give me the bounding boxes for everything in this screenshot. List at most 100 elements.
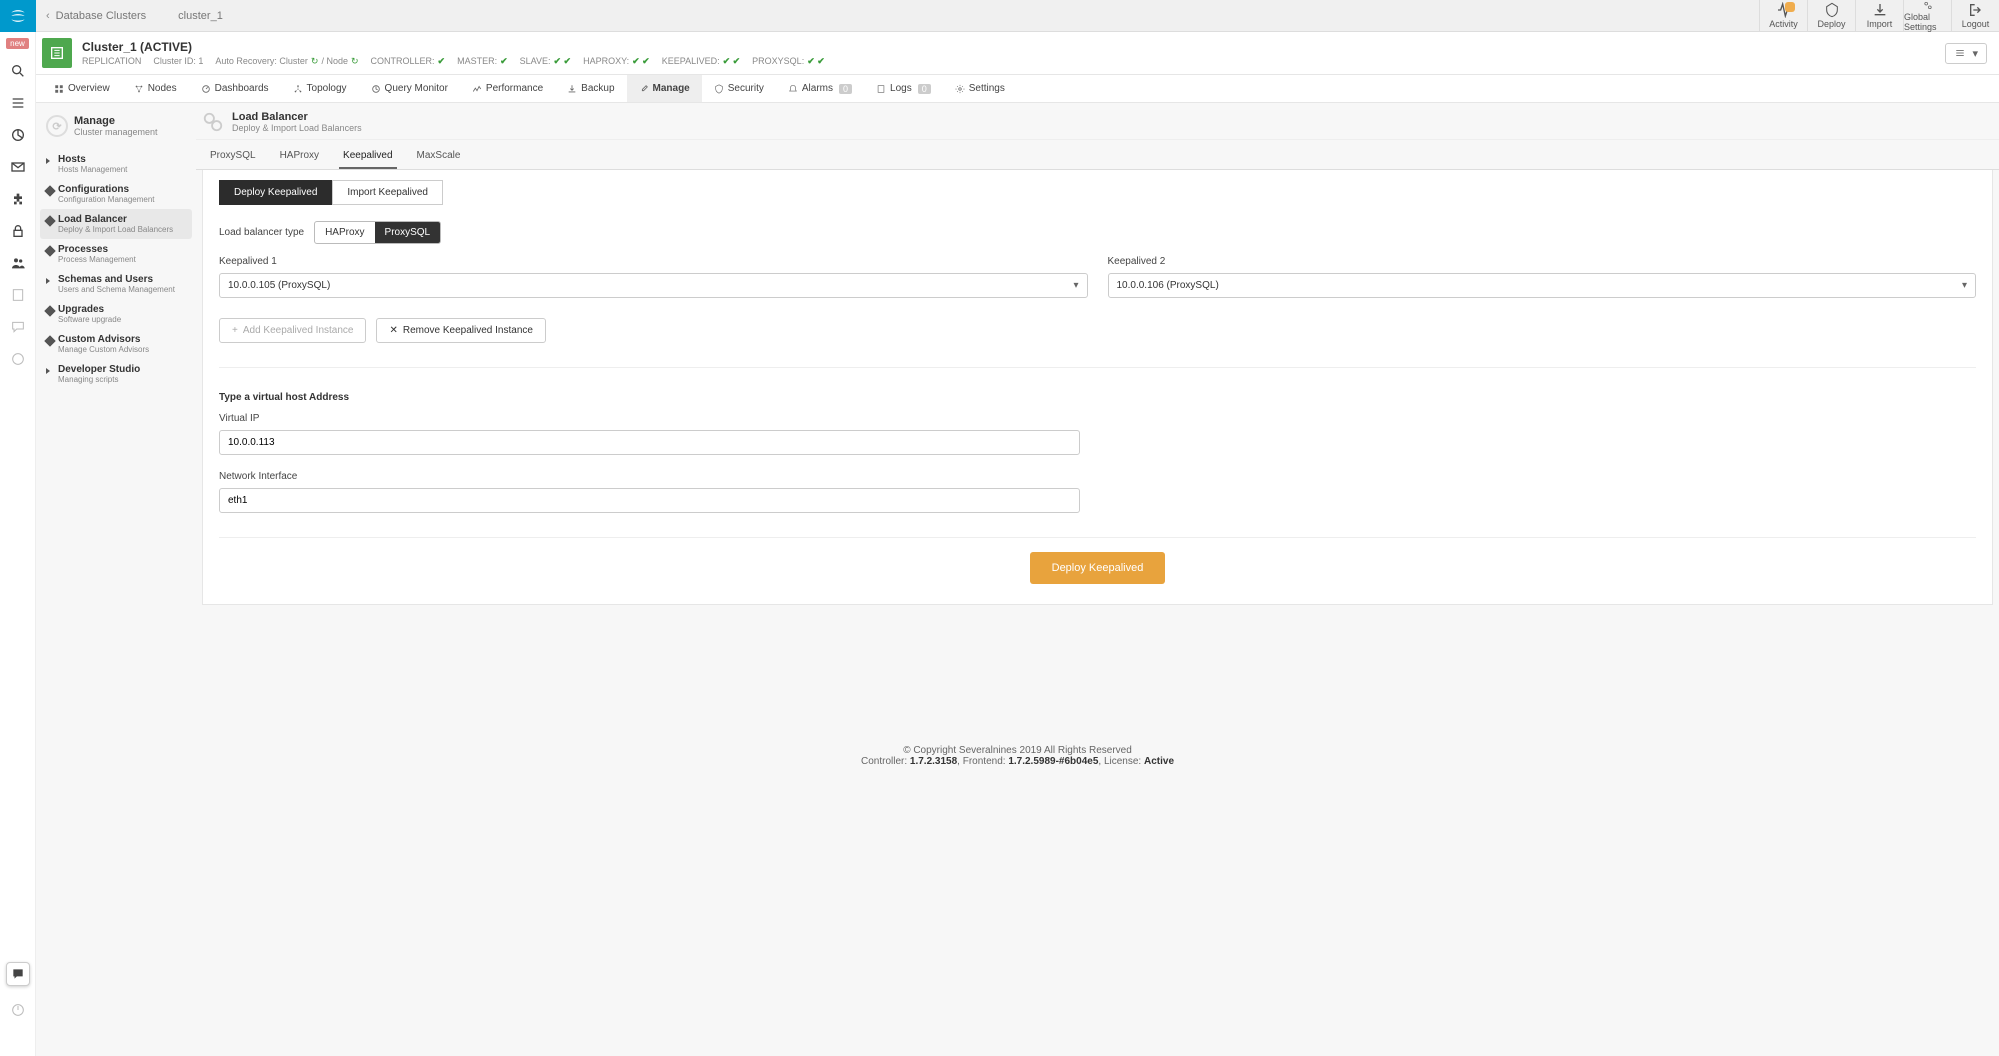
keepalived1-select[interactable]: 10.0.0.105 (ProxySQL) ▾ — [219, 273, 1088, 298]
chat-bubble-button[interactable] — [6, 962, 30, 986]
top-actions: Activity Deploy Import Global Settings L… — [1759, 0, 1999, 32]
keepalived1-label: Keepalived 1 — [219, 256, 1088, 267]
caret-down-icon: ▾ — [1073, 280, 1078, 291]
comment-icon[interactable] — [10, 319, 26, 335]
content-area: Cluster_1 (ACTIVE) REPLICATION Cluster I… — [36, 32, 1999, 1056]
manage-icon: ⟳ — [46, 115, 68, 137]
mail-icon[interactable] — [10, 159, 26, 175]
tab-backup[interactable]: Backup — [555, 75, 626, 102]
tab-logs[interactable]: Logs0 — [864, 75, 943, 102]
keepalived2-select[interactable]: 10.0.0.106 (ProxySQL) ▾ — [1108, 273, 1977, 298]
status-slave: SLAVE: ✔ ✔ — [520, 56, 571, 67]
status-keepalived: KEEPALIVED: ✔ ✔ — [662, 56, 740, 67]
tab-topology[interactable]: Topology — [281, 75, 359, 102]
sidebar-item-configurations[interactable]: ConfigurationsConfiguration Management — [40, 179, 192, 209]
tab-dashboards[interactable]: Dashboards — [189, 75, 281, 102]
footer-copy: © Copyright Severalnines 2019 All Rights… — [36, 745, 1999, 756]
iface-input[interactable] — [219, 488, 1080, 513]
vip-input[interactable] — [219, 430, 1080, 455]
tab-query-monitor[interactable]: Query Monitor — [359, 75, 460, 102]
import-button[interactable]: Import — [1855, 0, 1903, 32]
cluster-title: Cluster_1 (ACTIVE) REPLICATION Cluster I… — [82, 40, 825, 67]
cluster-status-icon — [42, 38, 72, 68]
cluster-id: Cluster ID: 1 — [153, 56, 203, 66]
sidebar-item-custom-advisors[interactable]: Custom AdvisorsManage Custom Advisors — [40, 329, 192, 359]
cluster-name: Cluster_1 (ACTIVE) — [82, 40, 825, 54]
keepalived2-label: Keepalived 2 — [1108, 256, 1977, 267]
sidebar-item-processes[interactable]: ProcessesProcess Management — [40, 239, 192, 269]
top-header: ‹ Database Clusters cluster_1 Activity D… — [0, 0, 1999, 32]
status-haproxy: HAPROXY: ✔ ✔ — [583, 56, 650, 67]
activity-button[interactable]: Activity — [1759, 0, 1807, 32]
icon-sidebar: new — [0, 32, 36, 1056]
lb-type-haproxy[interactable]: HAProxy — [315, 222, 374, 243]
form-tab-maxscale[interactable]: MaxScale — [413, 146, 465, 169]
plus-icon: + — [232, 325, 238, 336]
status-master: MASTER: ✔ — [457, 56, 508, 67]
form-tab-haproxy[interactable]: HAProxy — [276, 146, 323, 169]
close-icon: ✕ — [389, 325, 397, 336]
new-badge: new — [6, 38, 29, 49]
form-header: Load Balancer Deploy & Import Load Balan… — [196, 103, 1999, 140]
auto-recovery: Auto Recovery: Cluster ↻ / Node ↻ — [215, 56, 358, 67]
tab-alarms[interactable]: Alarms0 — [776, 75, 864, 102]
tab-performance[interactable]: Performance — [460, 75, 555, 102]
lock-icon[interactable] — [10, 223, 26, 239]
vip-label: Virtual IP — [219, 413, 1080, 424]
lb-type-label: Load balancer type — [219, 227, 304, 238]
form-content: Deploy Keepalived Import Keepalived Load… — [202, 170, 1993, 605]
iface-label: Network Interface — [219, 471, 1080, 482]
users-icon[interactable] — [10, 255, 26, 271]
form-tab-proxysql[interactable]: ProxySQL — [206, 146, 260, 169]
help-icon[interactable] — [10, 351, 26, 367]
form-tab-keepalived[interactable]: Keepalived — [339, 146, 396, 169]
footer: © Copyright Severalnines 2019 All Rights… — [36, 625, 1999, 787]
cluster-type: REPLICATION — [82, 56, 141, 66]
add-keepalived-button[interactable]: +Add Keepalived Instance — [219, 318, 366, 343]
sidebar-item-schemas[interactable]: Schemas and UsersUsers and Schema Manage… — [40, 269, 192, 299]
tabs-bar: Overview Nodes Dashboards Topology Query… — [36, 75, 1999, 103]
side-menu: ⟳ Manage Cluster management HostsHosts M… — [36, 103, 196, 625]
plugin-icon[interactable] — [10, 191, 26, 207]
tab-overview[interactable]: Overview — [42, 75, 122, 102]
deploy-tabs: Deploy Keepalived Import Keepalived — [219, 180, 1976, 205]
chevron-left-icon[interactable]: ‹ — [46, 10, 50, 22]
tab-manage[interactable]: Manage — [627, 75, 702, 102]
deploy-button[interactable]: Deploy — [1807, 0, 1855, 32]
chart-icon[interactable] — [10, 127, 26, 143]
logout-button[interactable]: Logout — [1951, 0, 1999, 32]
breadcrumb: ‹ Database Clusters cluster_1 — [36, 10, 233, 22]
notification-badge — [1785, 2, 1795, 12]
tab-settings[interactable]: Settings — [943, 75, 1017, 102]
global-settings-button[interactable]: Global Settings — [1903, 0, 1951, 32]
remove-keepalived-button[interactable]: ✕Remove Keepalived Instance — [376, 318, 545, 343]
breadcrumb-parent[interactable]: Database Clusters — [56, 10, 147, 22]
deploy-keepalived-button[interactable]: Deploy Keepalived — [1030, 552, 1166, 584]
breadcrumb-current: cluster_1 — [178, 10, 223, 22]
gear-icon — [202, 111, 224, 133]
list-icon[interactable] — [10, 95, 26, 111]
form-area: Load Balancer Deploy & Import Load Balan… — [196, 103, 1999, 625]
sidebar-item-developer-studio[interactable]: Developer StudioManaging scripts — [40, 359, 192, 389]
search-icon[interactable] — [10, 63, 26, 79]
caret-down-icon: ▾ — [1962, 280, 1967, 291]
side-menu-header: ⟳ Manage Cluster management — [40, 111, 192, 149]
sidebar-item-load-balancer[interactable]: Load BalancerDeploy & Import Load Balanc… — [40, 209, 192, 239]
form-tabs: ProxySQL HAProxy Keepalived MaxScale — [196, 140, 1999, 170]
form-subtitle: Deploy & Import Load Balancers — [232, 123, 362, 133]
sidebar-item-upgrades[interactable]: UpgradesSoftware upgrade — [40, 299, 192, 329]
sidebar-item-hosts[interactable]: HostsHosts Management — [40, 149, 192, 179]
book-icon[interactable] — [10, 287, 26, 303]
tab-security[interactable]: Security — [702, 75, 776, 102]
logo[interactable] — [0, 0, 36, 32]
vhost-title: Type a virtual host Address — [219, 392, 1976, 403]
status-proxysql: PROXYSQL: ✔ ✔ — [752, 56, 825, 67]
cluster-bar: Cluster_1 (ACTIVE) REPLICATION Cluster I… — [36, 32, 1999, 75]
deploy-keepalived-tab[interactable]: Deploy Keepalived — [219, 180, 332, 205]
status-controller: CONTROLLER: ✔ — [371, 56, 446, 67]
lb-type-proxysql[interactable]: ProxySQL — [375, 222, 441, 243]
power-icon[interactable] — [10, 1002, 26, 1018]
cluster-menu-button[interactable]: ▾ — [1945, 43, 1987, 64]
import-keepalived-tab[interactable]: Import Keepalived — [332, 180, 443, 205]
tab-nodes[interactable]: Nodes — [122, 75, 189, 102]
